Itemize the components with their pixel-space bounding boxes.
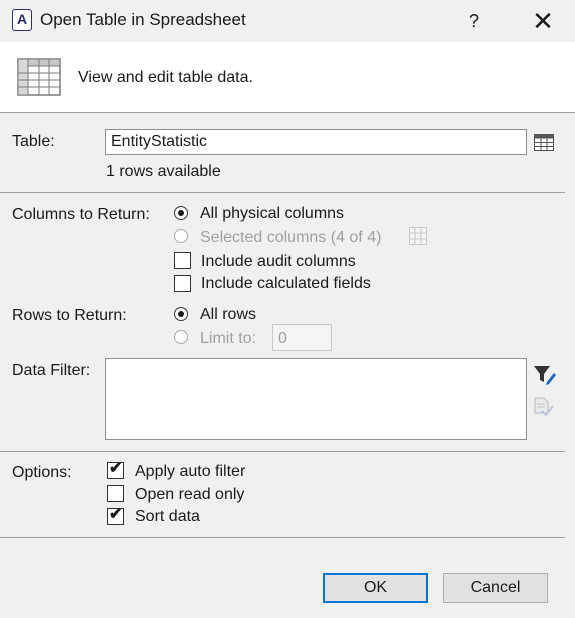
apply-auto-filter-label[interactable]: Apply auto filter: [135, 463, 245, 481]
ok-button[interactable]: OK: [323, 573, 428, 603]
header-text: View and edit table data.: [78, 69, 253, 86]
limit-to-radio[interactable]: [174, 330, 188, 344]
all-physical-columns-label[interactable]: All physical columns: [200, 205, 344, 223]
all-rows-label[interactable]: All rows: [200, 306, 256, 324]
open-read-only-label[interactable]: Open read only: [135, 486, 244, 504]
edit-filter-icon[interactable]: [533, 364, 557, 386]
rows-available-text: 1 rows available: [106, 163, 221, 180]
include-calculated-label[interactable]: Include calculated fields: [201, 275, 371, 293]
options-label: Options:: [12, 464, 72, 481]
separator: [0, 451, 565, 452]
cancel-button[interactable]: Cancel: [443, 573, 548, 603]
open-read-only-checkbox[interactable]: [107, 485, 124, 502]
window-title: Open Table in Spreadsheet: [40, 10, 246, 29]
rows-label: Rows to Return:: [12, 307, 127, 324]
app-icon: A: [12, 9, 32, 31]
table-icon: [17, 58, 61, 96]
checkmark-icon: ✔: [109, 460, 123, 477]
limit-to-label[interactable]: Limit to:: [200, 330, 256, 348]
column-grid-icon[interactable]: [409, 227, 427, 245]
close-button[interactable]: ✕: [527, 6, 559, 36]
separator: [0, 537, 565, 538]
all-physical-columns-radio[interactable]: [174, 206, 188, 220]
data-filter-label: Data Filter:: [12, 362, 91, 379]
selected-columns-label[interactable]: Selected columns (4 of 4): [200, 229, 381, 247]
sort-data-label[interactable]: Sort data: [135, 508, 200, 526]
columns-label: Columns to Return:: [12, 206, 150, 223]
checkmark-icon: ✔: [109, 506, 123, 523]
include-audit-checkbox[interactable]: [174, 252, 191, 269]
validate-filter-icon[interactable]: [533, 396, 555, 418]
dialog-header: View and edit table data.: [0, 42, 575, 113]
data-filter-textarea[interactable]: [105, 358, 527, 440]
limit-input[interactable]: 0: [272, 324, 332, 351]
separator: [0, 192, 565, 193]
selected-columns-radio[interactable]: [174, 229, 188, 243]
apply-auto-filter-checkbox[interactable]: ✔: [107, 460, 124, 479]
table-field[interactable]: EntityStatistic: [105, 129, 527, 155]
include-calculated-checkbox[interactable]: [174, 275, 191, 292]
table-field-value: EntityStatistic: [111, 133, 208, 150]
include-audit-label[interactable]: Include audit columns: [201, 253, 356, 271]
table-label: Table:: [12, 133, 55, 150]
help-button[interactable]: ?: [460, 8, 488, 34]
title-bar: A Open Table in Spreadsheet ? ✕: [0, 0, 575, 42]
limit-input-value: 0: [278, 330, 287, 347]
sort-data-checkbox[interactable]: ✔: [107, 506, 124, 525]
all-rows-radio[interactable]: [174, 307, 188, 321]
table-picker-icon[interactable]: [534, 134, 554, 151]
